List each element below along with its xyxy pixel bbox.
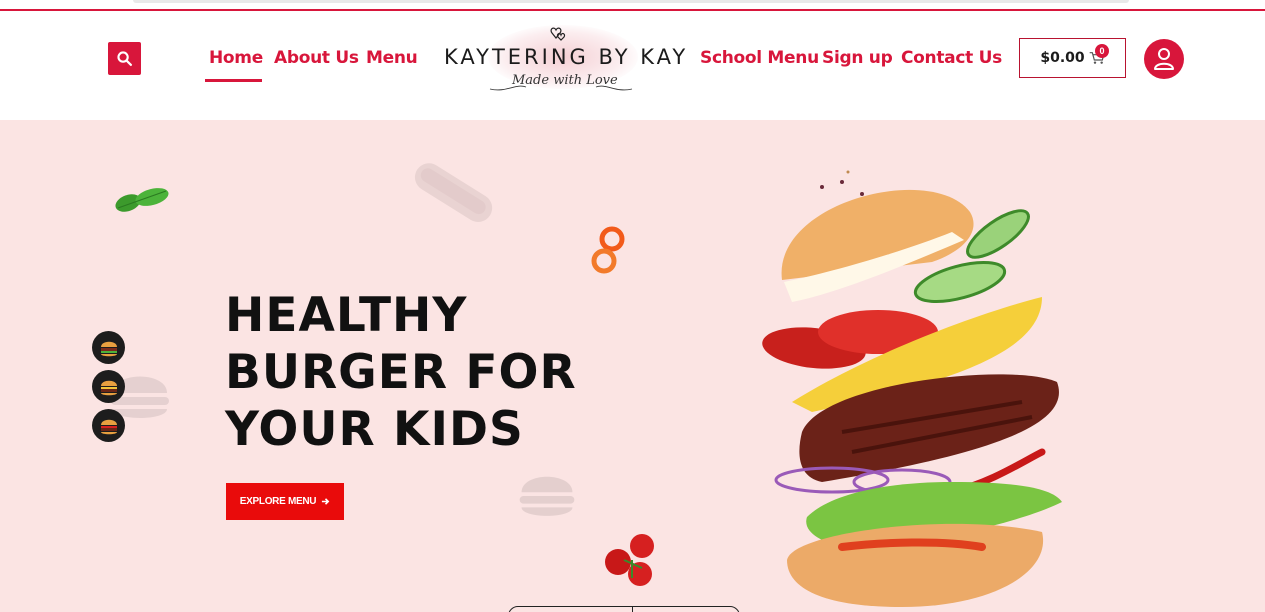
site-header: Home About Us Menu School Menu Sign up C…: [0, 11, 1265, 120]
flying-burger-illustration: [762, 170, 1062, 607]
hotdog-silhouette-icon: [414, 163, 493, 222]
cart-count-badge: 0: [1095, 44, 1109, 58]
nav-active-indicator: [205, 79, 262, 82]
explore-menu-label: EXPLORE MENU: [239, 496, 317, 507]
user-icon: [1154, 48, 1174, 70]
slider-thumb-2[interactable]: [92, 370, 125, 403]
cart-amount: $0.00: [1040, 50, 1085, 66]
bottom-scroll-pill[interactable]: [508, 606, 740, 612]
cherry-tomatoes-icon: [605, 534, 654, 586]
burger-silhouette-icon: [519, 476, 575, 516]
top-bar: [133, 0, 1129, 3]
slider-thumb-3[interactable]: [92, 409, 125, 442]
hero-title: HEALTHY BURGER FOR YOUR KIDS: [225, 287, 577, 458]
arrow-right-icon: [322, 498, 330, 505]
pill-divider: [632, 607, 633, 612]
search-button[interactable]: [108, 42, 141, 75]
cart-button[interactable]: $0.00 0: [1019, 38, 1126, 78]
heart-icon: [550, 27, 566, 41]
burger-thumbnail-icon: [100, 380, 117, 395]
nav-sign-up[interactable]: Sign up: [822, 48, 893, 68]
logo-tagline: Made with Love: [512, 73, 618, 88]
logo-title: KAYTERING BY KAY: [444, 45, 689, 69]
nav-school-menu[interactable]: School Menu: [700, 48, 819, 68]
basil-leaves-icon: [115, 188, 169, 212]
slider-thumb-1[interactable]: [92, 331, 125, 364]
hero-title-line: HEALTHY: [225, 288, 468, 343]
nav-menu[interactable]: Menu: [366, 48, 418, 68]
pepper-rings-icon: [591, 226, 625, 274]
nav-about-us[interactable]: About Us: [274, 48, 359, 68]
burger-thumbnail-icon: [100, 419, 117, 434]
top-strip: [0, 0, 1265, 11]
explore-menu-button[interactable]: EXPLORE MENU: [226, 483, 344, 520]
site-logo[interactable]: KAYTERING BY KAY Made with Love: [440, 25, 685, 95]
search-icon: [117, 51, 133, 67]
account-button[interactable]: [1144, 39, 1184, 79]
nav-contact-us[interactable]: Contact Us: [901, 48, 1002, 68]
nav-home[interactable]: Home: [209, 48, 263, 68]
burger-thumbnail-icon: [100, 341, 117, 356]
hero-title-line: YOUR KIDS: [225, 402, 524, 457]
hero-title-line: BURGER FOR: [225, 345, 577, 400]
hero-section: HEALTHY BURGER FOR YOUR KIDS EXPLORE MEN…: [0, 120, 1265, 612]
